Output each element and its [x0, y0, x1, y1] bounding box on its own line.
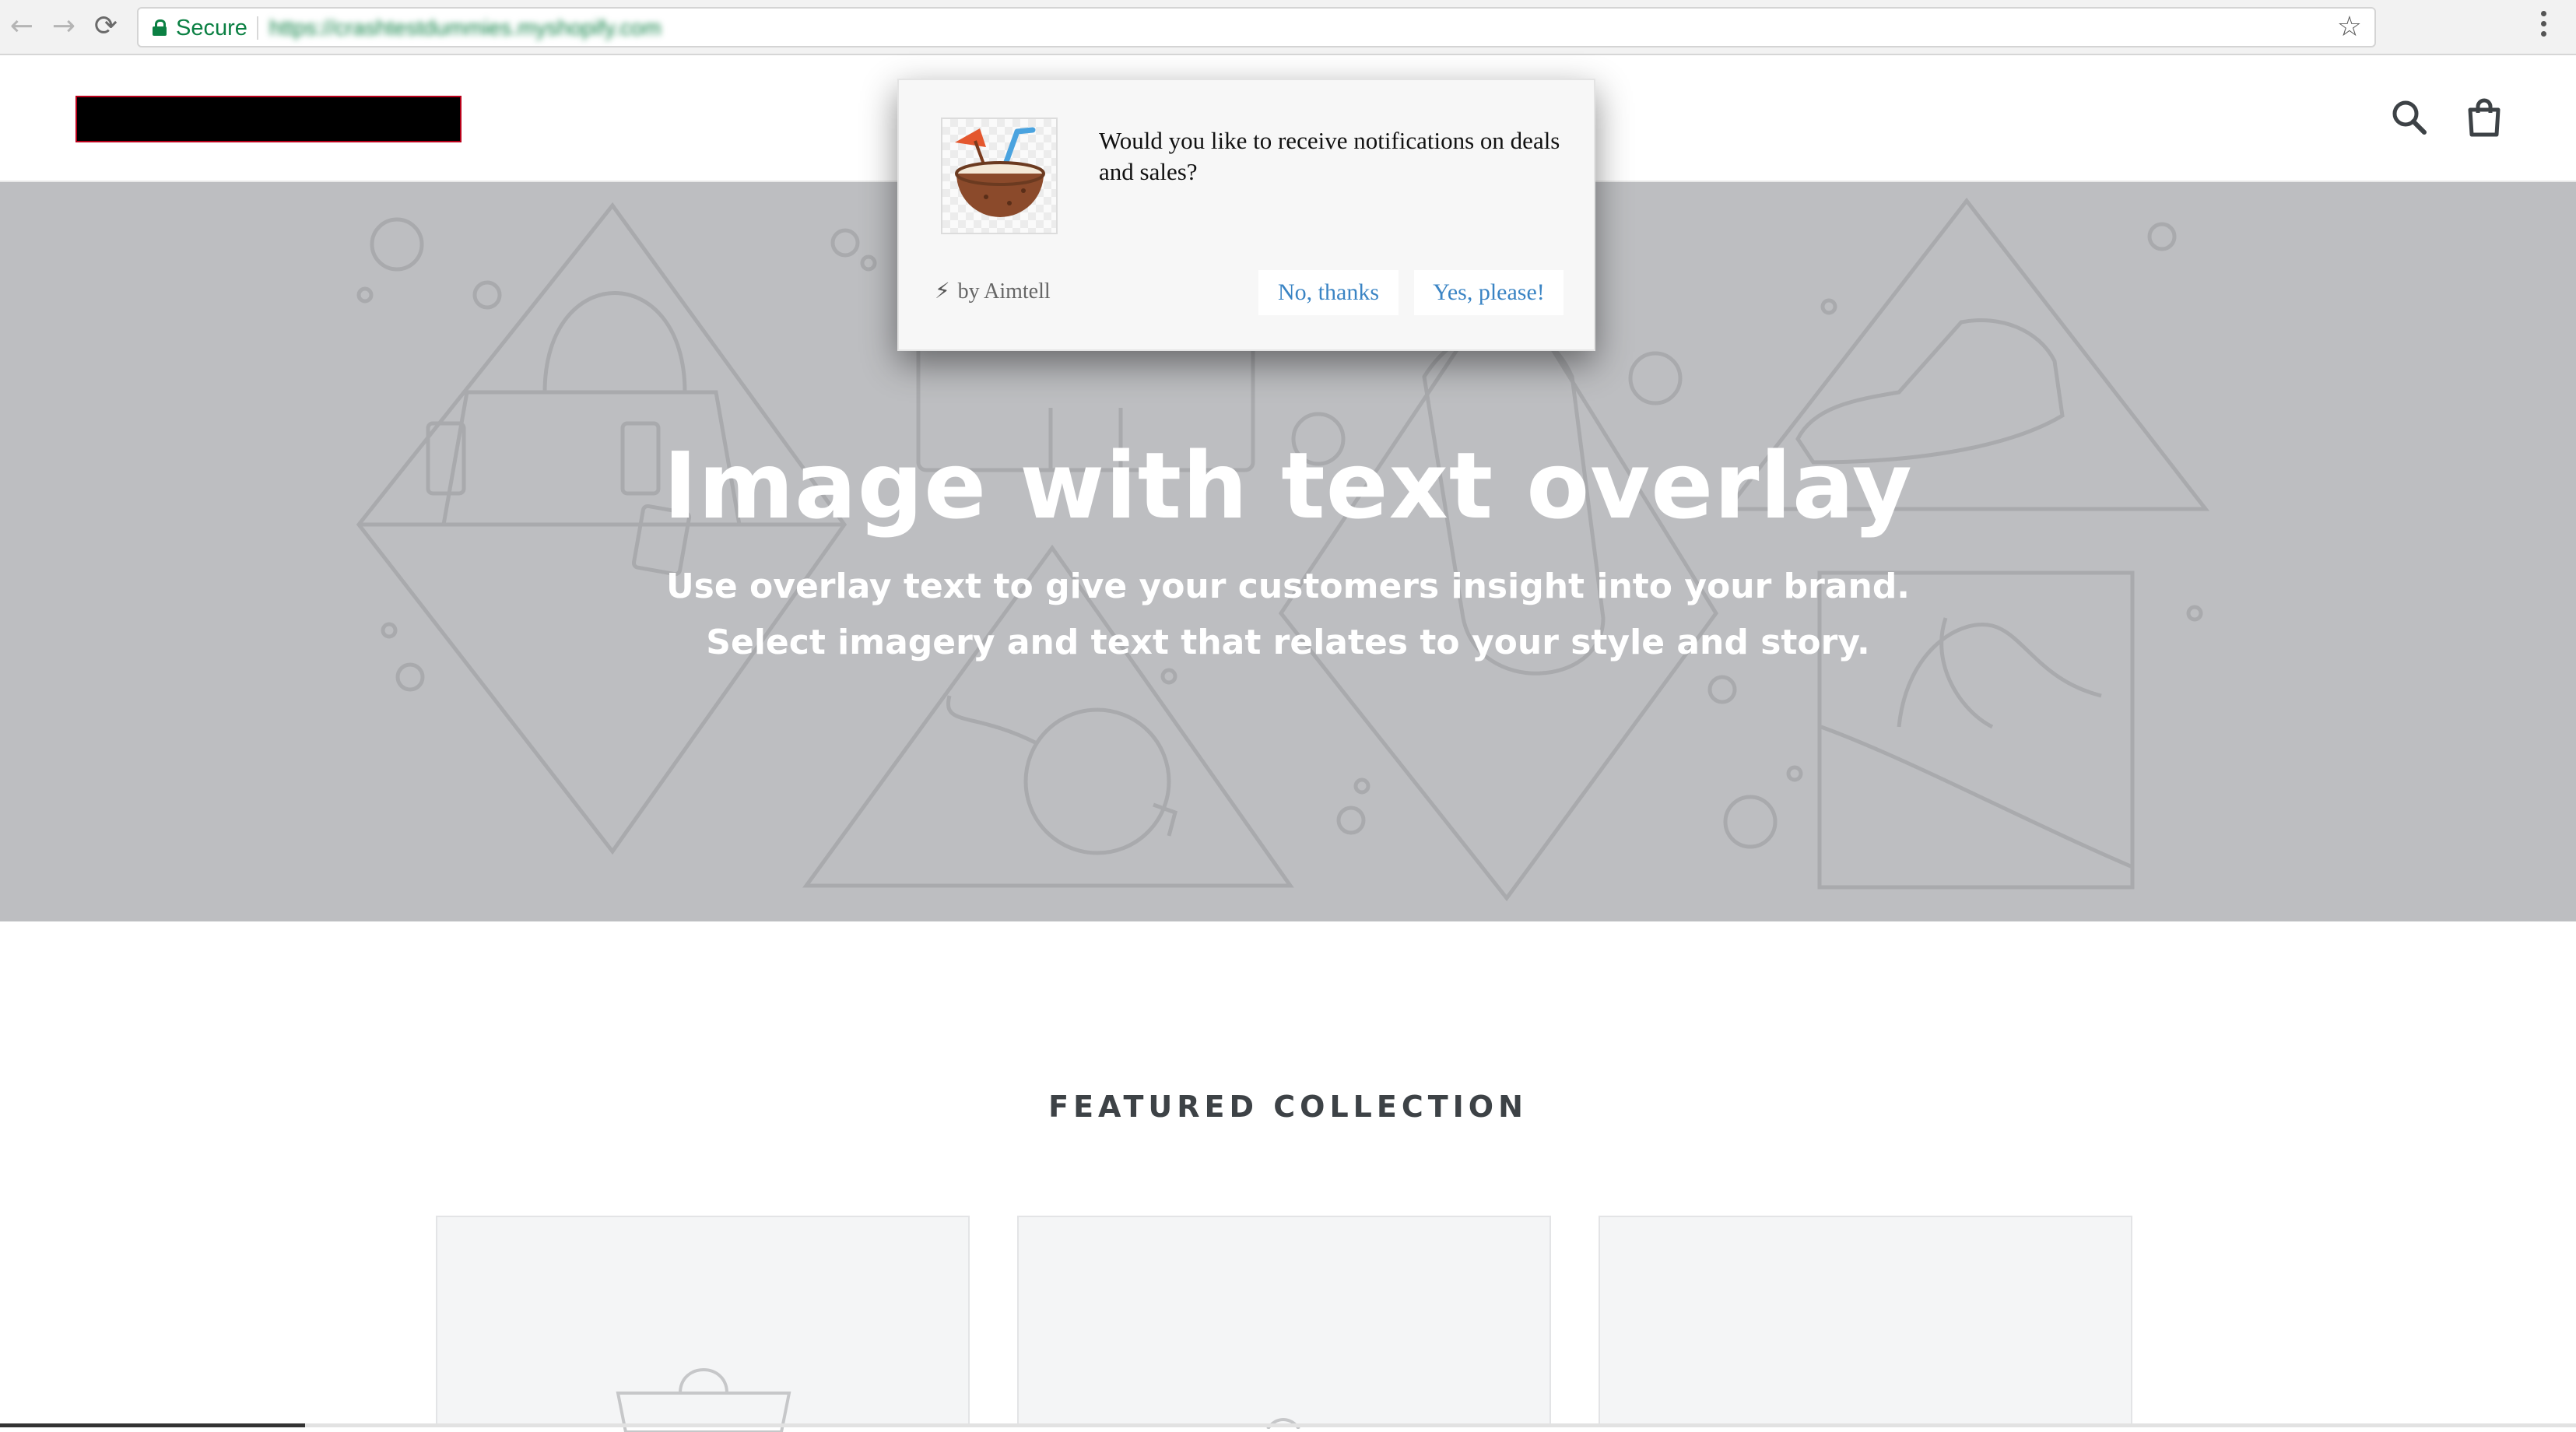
- forward-arrow-icon[interactable]: →: [48, 9, 79, 44]
- hero-subtitle-line2: Select imagery and text that relates to …: [706, 623, 1870, 662]
- product-card[interactable]: [436, 1216, 970, 1432]
- product-card[interactable]: [1017, 1216, 1551, 1429]
- aimtell-branding[interactable]: ⚡ by Aimtell: [935, 278, 1051, 305]
- page-bottom-bar: [0, 1423, 2576, 1427]
- product-card[interactable]: [1599, 1216, 2132, 1427]
- kebab-menu-icon[interactable]: [2536, 11, 2551, 44]
- star-icon[interactable]: ☆: [2337, 12, 2362, 43]
- reload-icon[interactable]: ⟳: [90, 9, 121, 44]
- omnibox-separator: [257, 16, 258, 40]
- address-bar[interactable]: Secure https://crashtestdummies.myshopif…: [137, 7, 2376, 47]
- featured-collection-title: FEATURED COLLECTION: [1048, 1090, 1528, 1124]
- secure-label: Secure: [176, 16, 247, 40]
- lock-icon: [153, 19, 167, 36]
- yes-please-button[interactable]: Yes, please!: [1414, 270, 1563, 315]
- back-arrow-icon[interactable]: ←: [6, 9, 37, 44]
- no-thanks-button[interactable]: No, thanks: [1258, 270, 1399, 315]
- url-text[interactable]: https://crashtestdummies.myshopify.com: [269, 16, 662, 40]
- notification-permission-popup: Would you like to receive notifications …: [897, 79, 1595, 351]
- brand-label: by Aimtell: [957, 279, 1051, 304]
- shopping-bag-icon[interactable]: [2462, 96, 2506, 139]
- hero-subtitle-line1: Use overlay text to give your customers …: [665, 567, 1911, 606]
- hero-title: Image with text overlay: [663, 432, 1913, 539]
- product-placeholder-icon: [616, 1368, 791, 1432]
- site-logo[interactable]: [75, 96, 462, 142]
- lightning-bolt-icon: ⚡: [935, 278, 950, 304]
- coconut-drink-icon: [941, 118, 1058, 234]
- search-icon[interactable]: [2388, 96, 2431, 139]
- browser-toolbar: ← → ⟳ Secure https://crashtestdummies.my…: [0, 0, 2576, 55]
- notification-message: Would you like to receive notifications …: [1099, 127, 1560, 185]
